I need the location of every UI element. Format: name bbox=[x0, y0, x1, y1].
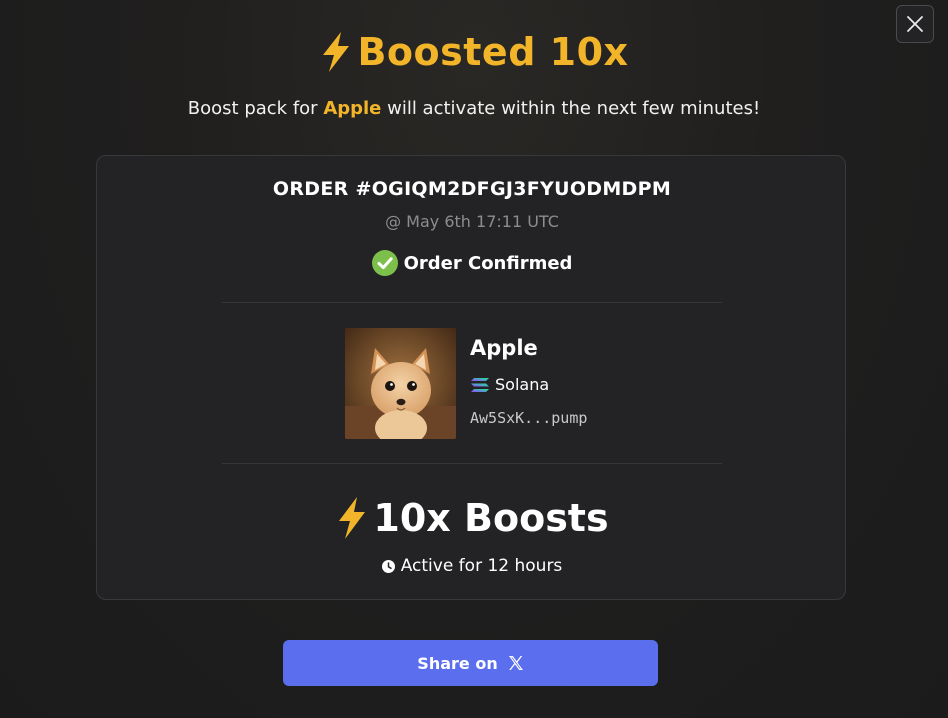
subtitle-token-name: Apple bbox=[323, 98, 382, 119]
token-chain-label: Solana bbox=[495, 375, 550, 394]
token-avatar bbox=[345, 328, 456, 439]
x-logo-icon bbox=[508, 655, 524, 671]
lightning-bolt-icon bbox=[319, 31, 353, 73]
order-card: ORDER #OGIQM2DFGJ3FYUODMDPM @ May 6th 17… bbox=[96, 155, 846, 600]
order-id: ORDER #OGIQM2DFGJ3FYUODMDPM bbox=[272, 178, 672, 200]
token-name: Apple bbox=[470, 336, 538, 360]
order-date: @ May 6th 17:11 UTC bbox=[385, 212, 559, 231]
boost-count: 10x Boosts bbox=[97, 496, 847, 540]
boost-duration: Active for 12 hours bbox=[97, 556, 847, 576]
subtitle-suffix: will activate within the next few minute… bbox=[381, 98, 761, 119]
subtitle-prefix: Boost pack for bbox=[187, 98, 324, 119]
divider bbox=[222, 302, 722, 303]
order-status: Order Confirmed bbox=[97, 250, 847, 276]
solana-icon bbox=[470, 377, 490, 393]
modal-title-text: Boosted 10x bbox=[357, 30, 629, 74]
modal-subtitle: Boost pack for Apple will activate withi… bbox=[0, 98, 948, 119]
boost-count-label: 10x Boosts bbox=[373, 496, 609, 540]
boost-duration-label: Active for 12 hours bbox=[400, 556, 563, 576]
check-circle-icon bbox=[371, 250, 398, 276]
share-on-x-button[interactable]: Share on bbox=[283, 640, 658, 686]
token-address[interactable]: Aw5SxK...pump bbox=[470, 409, 587, 427]
share-button-label: Share on bbox=[417, 653, 498, 673]
modal-title: Boosted 10x bbox=[0, 30, 948, 74]
token-chain: Solana bbox=[470, 375, 549, 394]
clock-icon bbox=[381, 559, 395, 573]
lightning-bolt-icon bbox=[335, 496, 369, 540]
divider bbox=[222, 463, 722, 464]
order-status-label: Order Confirmed bbox=[403, 252, 573, 274]
